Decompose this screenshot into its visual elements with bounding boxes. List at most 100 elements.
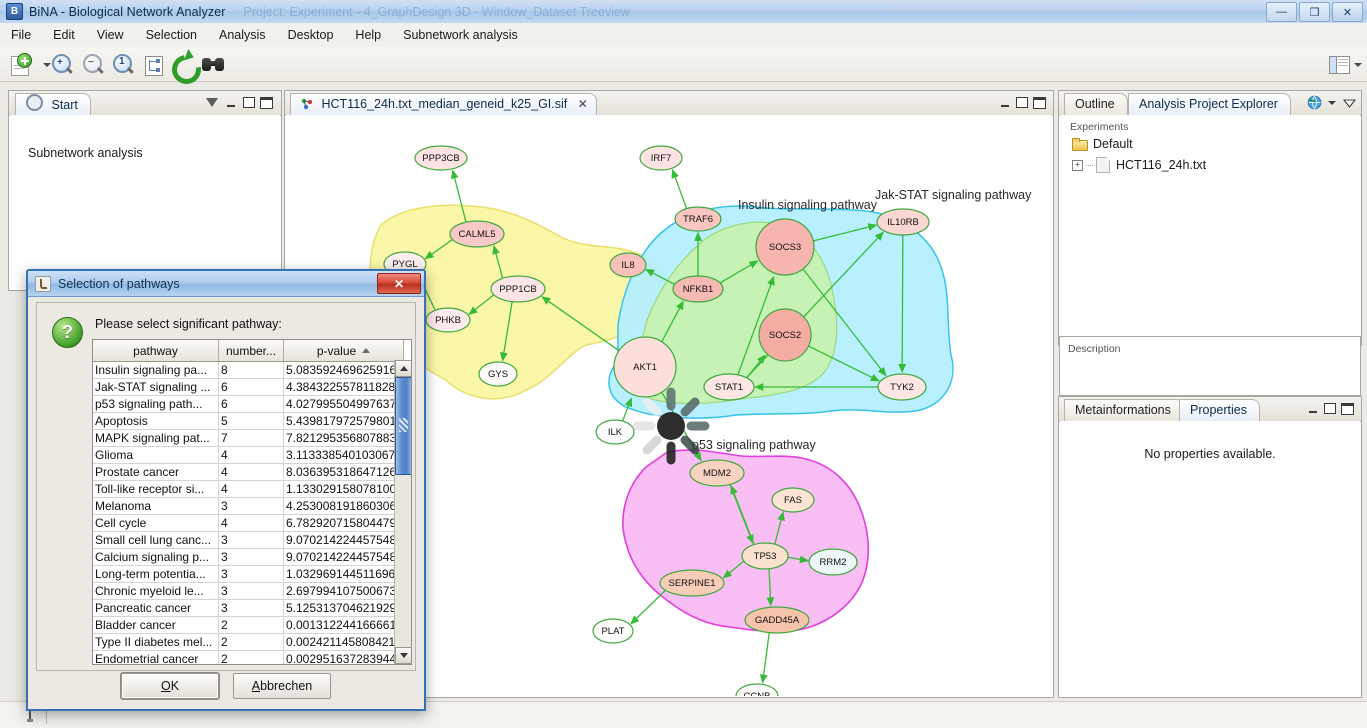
explorer-tree[interactable]: Experiments Default + HCT116_24h.txt (1060, 115, 1360, 344)
tab-properties[interactable]: Properties (1179, 399, 1260, 422)
table-row[interactable]: Apoptosis 5 5.439817972579801E-7 (93, 412, 404, 430)
table-row[interactable]: Insulin signaling pa... 8 5.08359246962591… (93, 361, 404, 379)
table-row[interactable]: Jak-STAT signaling ... 6 4.384322557811828… (93, 378, 404, 396)
cell-pvalue: 2.6979941075006735E-4 (283, 582, 404, 600)
tab-metainformations[interactable]: Metainformations (1064, 399, 1184, 422)
table-row[interactable]: Calcium signaling p... 3 9.070214224457548… (93, 548, 404, 566)
network-node-socs3[interactable]: SOCS3 (755, 218, 815, 276)
menu-selection[interactable]: Selection (135, 25, 208, 45)
pathway-table-scrollbar[interactable] (394, 360, 411, 664)
cancel-button[interactable]: Abbrechen (233, 673, 331, 699)
start-float-button[interactable] (242, 96, 255, 109)
table-row[interactable]: Glioma43.1133385401030678E-6 (93, 446, 404, 464)
new-document-icon[interactable] (8, 52, 32, 76)
zoom-info-icon[interactable]: 1 (111, 52, 135, 76)
table-row[interactable]: Cell cycle 4 6.782920715804479E-5 (93, 514, 404, 532)
column-header-pathway[interactable]: pathway (93, 340, 219, 362)
network-node-ppp1cb[interactable]: PPP1CB (490, 275, 546, 303)
tab-network-document[interactable]: HCT116_24h.txt_median_geneid_k25_GI.sif … (290, 93, 597, 116)
network-node-gys[interactable]: GYS (478, 361, 518, 387)
tree-item-default[interactable]: Default (1072, 137, 1133, 151)
network-node-plat[interactable]: PLAT (592, 618, 634, 644)
network-node-calml5[interactable]: CALML5 (449, 220, 505, 248)
scroll-down-button[interactable] (395, 647, 411, 664)
menu-file[interactable]: File (0, 25, 42, 45)
table-row[interactable]: Type II diabetes mel... 2 0.00242114580842… (93, 633, 404, 651)
network-node-il10rb[interactable]: IL10RB (876, 208, 930, 236)
column-header-number[interactable]: number... (218, 340, 284, 362)
menu-analysis[interactable]: Analysis (208, 25, 277, 45)
tab-start[interactable]: Start (15, 93, 91, 116)
table-row[interactable]: Long-term potentia... 3 1.0329691445116963… (93, 565, 404, 583)
network-node-tp53[interactable]: TP53 (741, 542, 789, 570)
zoom-out-icon[interactable]: − (81, 52, 105, 76)
pathway-table-body[interactable]: Insulin signaling pa... 8 5.08359246962591… (93, 361, 404, 664)
table-row[interactable]: Prostate cancer 4 8.036395318647126E-6 (93, 463, 404, 481)
properties-maximize-button[interactable] (1341, 402, 1354, 415)
properties-float-button[interactable] (1323, 402, 1336, 415)
search-binoculars-icon[interactable] (200, 52, 224, 76)
layout-dropdown-caret-icon[interactable] (1348, 52, 1367, 76)
table-row[interactable]: Endometrial cancer 2 0.002951637283944072 (93, 650, 404, 664)
network-node-gadd45a[interactable]: GADD45A (744, 606, 810, 634)
explorer-dropdown-button[interactable] (1325, 96, 1338, 109)
graph-minimize-button[interactable] (998, 96, 1011, 109)
network-node-traf6[interactable]: TRAF6 (674, 206, 722, 232)
minimize-button[interactable]: — (1266, 2, 1297, 22)
table-row[interactable]: Chronic myeloid le... 3 2.6979941075006735… (93, 582, 404, 600)
start-minimize-button[interactable] (224, 96, 237, 109)
table-row[interactable]: MAPK signaling pat... 7 7.821295356807883E… (93, 429, 404, 447)
network-node-rrm2[interactable]: RRM2 (808, 548, 858, 576)
tree-item-hct116[interactable]: + HCT116_24h.txt (1072, 157, 1206, 173)
pathway-table-container[interactable]: pathway number... p-value Insulin signal… (92, 339, 412, 665)
properties-minimize-button[interactable] (1306, 402, 1319, 415)
menu-view[interactable]: View (86, 25, 135, 45)
dialog-close-button[interactable]: ✕ (377, 273, 421, 294)
network-node-il8[interactable]: IL8 (609, 252, 647, 278)
network-node-stat1[interactable]: STAT1 (703, 373, 755, 401)
network-node-irf7[interactable]: IRF7 (639, 145, 683, 171)
network-node-mdm2[interactable]: MDM2 (689, 459, 745, 487)
tab-analysis-project-explorer[interactable]: Analysis Project Explorer (1128, 93, 1291, 116)
network-node-nfkb1[interactable]: NFKB1 (672, 275, 724, 303)
pathway-table[interactable]: pathway number... p-value Insulin signal… (93, 340, 404, 664)
network-node-ccnb[interactable]: CCNB (735, 683, 779, 696)
maximize-button[interactable]: ❐ (1299, 2, 1330, 22)
network-node-phkb[interactable]: PHKB (425, 307, 471, 333)
table-row[interactable]: Toll-like receptor si... 4 1.1330291580781… (93, 480, 404, 498)
globe-button[interactable] (1306, 94, 1323, 111)
table-row[interactable]: p53 signaling path... 6 4.027995504997637E… (93, 395, 404, 413)
tab-outline[interactable]: Outline (1064, 93, 1128, 116)
network-node-ppp3cb[interactable]: PPP3CB (414, 145, 468, 171)
window-layout-icon[interactable] (1326, 52, 1350, 76)
network-node-fas[interactable]: FAS (771, 487, 815, 513)
menu-edit[interactable]: Edit (42, 25, 86, 45)
table-row[interactable]: Bladder cancer 2 0.001312244166661973 (93, 616, 404, 634)
column-header-pvalue[interactable]: p-value (283, 340, 404, 362)
filter-button[interactable] (204, 95, 219, 110)
graph-maximize-button[interactable] (1033, 96, 1046, 109)
menu-help[interactable]: Help (344, 25, 392, 45)
scroll-up-button[interactable] (395, 360, 411, 377)
graph-float-button[interactable] (1015, 96, 1028, 109)
network-node-socs2[interactable]: SOCS2 (758, 308, 812, 362)
scrollbar-thumb[interactable] (395, 377, 411, 475)
tab-close-icon[interactable]: ✕ (578, 97, 588, 111)
network-node-tyk2[interactable]: TYK2 (877, 373, 927, 401)
table-row[interactable]: Small cell lung canc... 3 9.07021422445754… (93, 531, 404, 549)
refresh-icon[interactable] (166, 48, 207, 90)
close-button[interactable]: ✕ (1332, 2, 1363, 22)
network-node-ilk[interactable]: ILK (595, 419, 635, 445)
tree-layout-icon[interactable] (141, 52, 165, 76)
menu-desktop[interactable]: Desktop (277, 25, 345, 45)
table-row[interactable]: Melanoma34.2530081918603067E-5 (93, 497, 404, 515)
expand-icon[interactable]: + (1072, 159, 1083, 171)
explorer-panel-menu-button[interactable] (1342, 96, 1356, 109)
network-node-akt1[interactable]: AKT1 (613, 336, 677, 398)
zoom-in-icon[interactable]: + (50, 52, 74, 76)
start-maximize-button[interactable] (260, 96, 273, 109)
menu-subnetwork-analysis[interactable]: Subnetwork analysis (392, 25, 529, 45)
network-node-serpine1[interactable]: SERPINE1 (659, 569, 725, 597)
table-row[interactable]: Pancreatic cancer 3 5.125313704621929E-4 (93, 599, 404, 617)
ok-button[interactable]: OK (121, 673, 219, 699)
